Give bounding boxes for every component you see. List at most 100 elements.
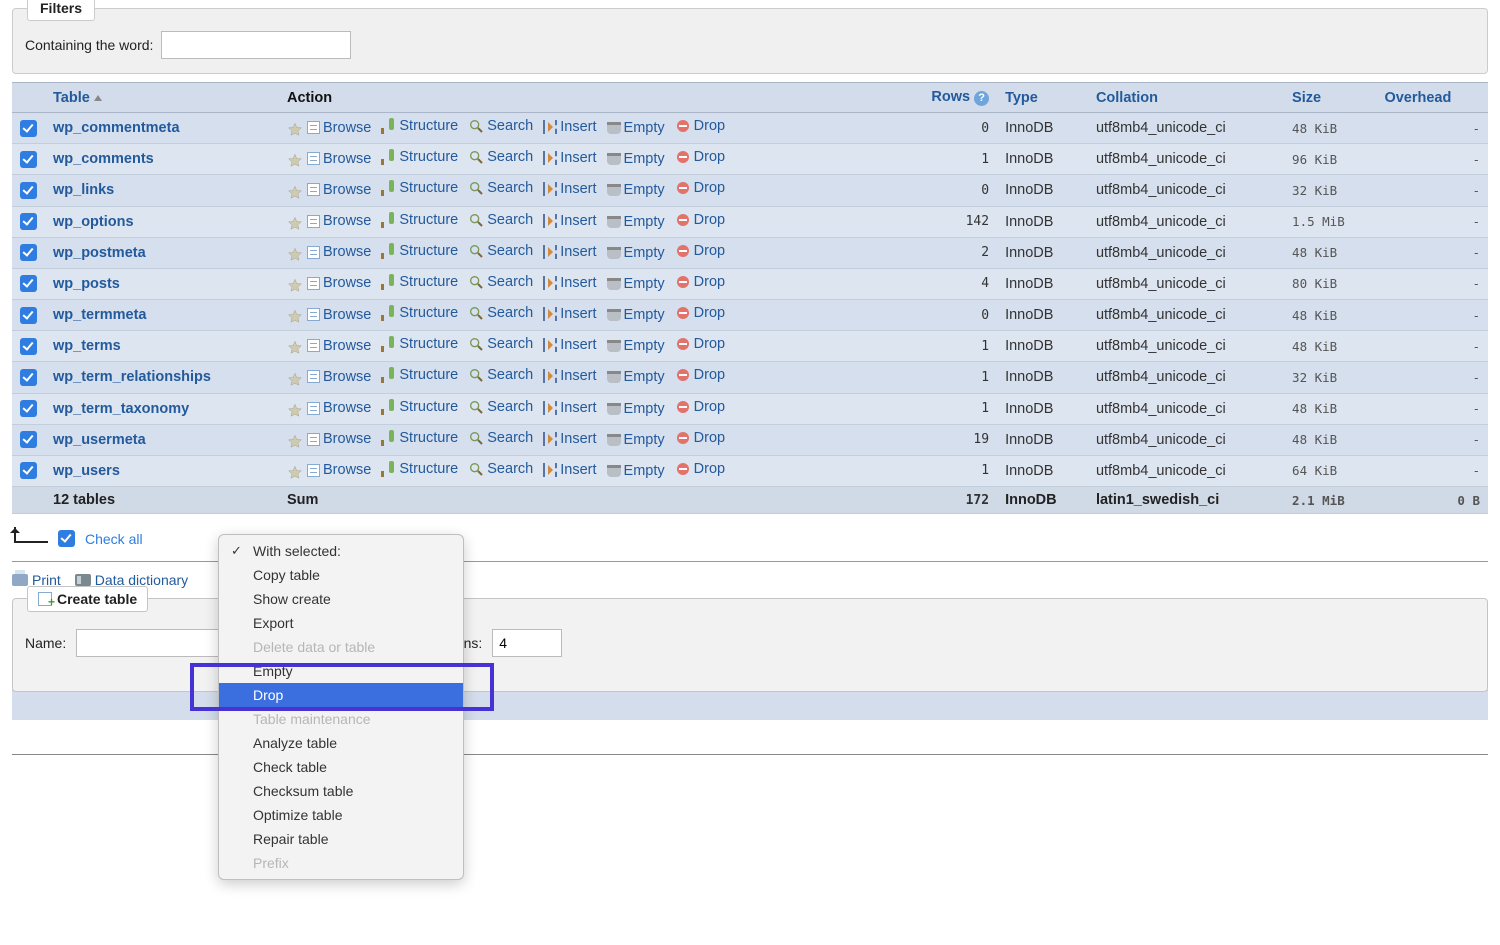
row-checkbox[interactable] <box>20 275 37 292</box>
search-link[interactable]: Search <box>468 305 533 321</box>
dropdown-checksum[interactable]: Checksum table <box>219 779 463 803</box>
dropdown-drop[interactable]: Drop <box>219 683 463 707</box>
star-icon[interactable] <box>287 434 303 450</box>
dropdown-empty[interactable]: Empty <box>219 659 463 683</box>
with-selected-dropdown[interactable]: With selected: Copy table Show create Ex… <box>218 534 464 880</box>
table-name-link[interactable]: wp_postmeta <box>53 245 146 261</box>
empty-link[interactable]: Empty <box>607 432 665 448</box>
star-icon[interactable] <box>287 403 303 419</box>
insert-link[interactable]: Insert <box>543 119 596 135</box>
filters-input[interactable] <box>161 31 351 59</box>
col-overhead[interactable]: Overhead <box>1376 83 1488 113</box>
col-type[interactable]: Type <box>997 83 1088 113</box>
table-name-link[interactable]: wp_posts <box>53 276 120 292</box>
dropdown-check[interactable]: Check table <box>219 755 463 779</box>
structure-link[interactable]: Structure <box>381 461 458 477</box>
row-checkbox[interactable] <box>20 307 37 324</box>
create-cols-input[interactable] <box>492 629 562 657</box>
browse-link[interactable]: Browse <box>307 338 371 354</box>
drop-link[interactable]: Drop <box>675 367 725 383</box>
browse-link[interactable]: Browse <box>307 462 371 478</box>
star-icon[interactable] <box>287 309 303 325</box>
browse-link[interactable]: Browse <box>307 431 371 447</box>
row-checkbox[interactable] <box>20 151 37 168</box>
row-checkbox[interactable] <box>20 338 37 355</box>
browse-link[interactable]: Browse <box>307 307 371 323</box>
browse-link[interactable]: Browse <box>307 369 371 385</box>
drop-link[interactable]: Drop <box>675 430 725 446</box>
star-icon[interactable] <box>287 278 303 294</box>
dropdown-show-create[interactable]: Show create <box>219 587 463 611</box>
dropdown-optimize[interactable]: Optimize table <box>219 803 463 827</box>
col-size[interactable]: Size <box>1284 83 1376 113</box>
drop-link[interactable]: Drop <box>675 118 725 134</box>
table-name-link[interactable]: wp_comments <box>53 151 154 167</box>
drop-link[interactable]: Drop <box>675 305 725 321</box>
empty-link[interactable]: Empty <box>607 307 665 323</box>
empty-link[interactable]: Empty <box>607 276 665 292</box>
row-checkbox[interactable] <box>20 182 37 199</box>
col-rows[interactable]: Rows ? <box>898 83 997 113</box>
search-link[interactable]: Search <box>468 149 533 165</box>
star-icon[interactable] <box>287 465 303 481</box>
drop-link[interactable]: Drop <box>675 180 725 196</box>
drop-link[interactable]: Drop <box>675 461 725 477</box>
star-icon[interactable] <box>287 216 303 232</box>
insert-link[interactable]: Insert <box>543 431 596 447</box>
row-checkbox[interactable] <box>20 462 37 479</box>
star-icon[interactable] <box>287 340 303 356</box>
drop-link[interactable]: Drop <box>675 212 725 228</box>
browse-link[interactable]: Browse <box>307 182 371 198</box>
insert-link[interactable]: Insert <box>543 368 596 384</box>
empty-link[interactable]: Empty <box>607 338 665 354</box>
empty-link[interactable]: Empty <box>607 401 665 417</box>
empty-link[interactable]: Empty <box>607 214 665 230</box>
star-icon[interactable] <box>287 247 303 263</box>
structure-link[interactable]: Structure <box>381 118 458 134</box>
empty-link[interactable]: Empty <box>607 151 665 167</box>
help-icon[interactable]: ? <box>974 91 989 106</box>
insert-link[interactable]: Insert <box>543 400 596 416</box>
structure-link[interactable]: Structure <box>381 274 458 290</box>
drop-link[interactable]: Drop <box>675 399 725 415</box>
table-name-link[interactable]: wp_term_relationships <box>53 369 211 385</box>
search-link[interactable]: Search <box>468 367 533 383</box>
drop-link[interactable]: Drop <box>675 274 725 290</box>
insert-link[interactable]: Insert <box>543 181 596 197</box>
drop-link[interactable]: Drop <box>675 336 725 352</box>
table-name-link[interactable]: wp_commentmeta <box>53 120 180 136</box>
insert-link[interactable]: Insert <box>543 213 596 229</box>
search-link[interactable]: Search <box>468 430 533 446</box>
star-icon[interactable] <box>287 372 303 388</box>
structure-link[interactable]: Structure <box>381 305 458 321</box>
dropdown-export[interactable]: Export <box>219 611 463 635</box>
insert-link[interactable]: Insert <box>543 462 596 478</box>
dropdown-analyze[interactable]: Analyze table <box>219 731 463 755</box>
star-icon[interactable] <box>287 185 303 201</box>
checkall-link[interactable]: Check all <box>85 531 143 547</box>
row-checkbox[interactable] <box>20 431 37 448</box>
structure-link[interactable]: Structure <box>381 180 458 196</box>
search-link[interactable]: Search <box>468 399 533 415</box>
star-icon[interactable] <box>287 153 303 169</box>
row-checkbox[interactable] <box>20 369 37 386</box>
table-name-link[interactable]: wp_terms <box>53 338 121 354</box>
empty-link[interactable]: Empty <box>607 245 665 261</box>
browse-link[interactable]: Browse <box>307 244 371 260</box>
star-icon[interactable] <box>287 122 303 138</box>
insert-link[interactable]: Insert <box>543 150 596 166</box>
table-name-link[interactable]: wp_users <box>53 463 120 479</box>
search-link[interactable]: Search <box>468 336 533 352</box>
structure-link[interactable]: Structure <box>381 367 458 383</box>
browse-link[interactable]: Browse <box>307 213 371 229</box>
structure-link[interactable]: Structure <box>381 149 458 165</box>
insert-link[interactable]: Insert <box>543 244 596 260</box>
browse-link[interactable]: Browse <box>307 275 371 291</box>
browse-link[interactable]: Browse <box>307 120 371 136</box>
insert-link[interactable]: Insert <box>543 275 596 291</box>
browse-link[interactable]: Browse <box>307 400 371 416</box>
row-checkbox[interactable] <box>20 120 37 137</box>
browse-link[interactable]: Browse <box>307 151 371 167</box>
empty-link[interactable]: Empty <box>607 369 665 385</box>
search-link[interactable]: Search <box>468 243 533 259</box>
